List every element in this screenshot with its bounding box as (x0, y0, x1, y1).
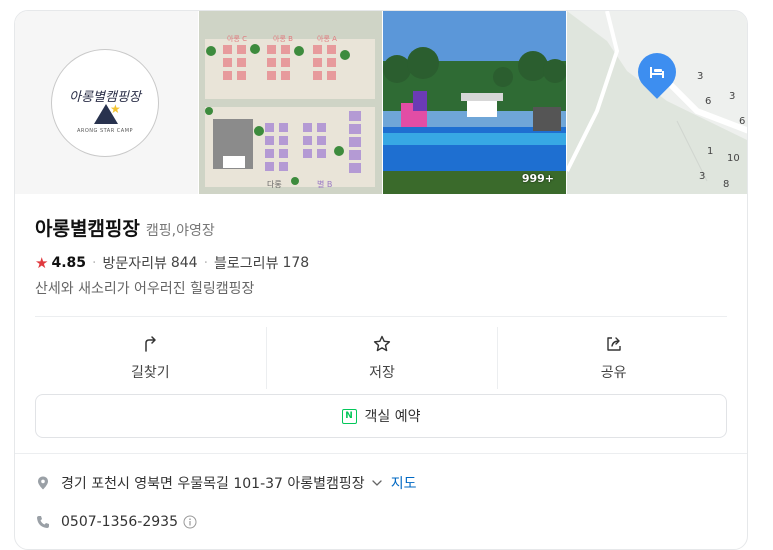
place-category: 캠핑,야영장 (145, 223, 215, 239)
directions-icon (145, 336, 157, 352)
title-row: 아롱별캠핑장 캠핑,야영장 (35, 214, 215, 241)
site-map-photo[interactable]: 아롱 C 아롱 B 아롱 A 다롱 별 B (199, 11, 382, 194)
rating-value: 4.85 (51, 255, 86, 271)
map-num-7: 3 (699, 171, 705, 182)
site-label-star-b: 별 B (317, 179, 332, 189)
room-reservation-button[interactable]: N 객실 예약 (35, 394, 727, 438)
blog-review-count[interactable]: 178 (282, 255, 309, 271)
map-num-3: 3 (729, 91, 735, 102)
map-num-6: 10 (727, 153, 740, 164)
action-bar: 길찾기 저장 공유 (35, 327, 729, 389)
location-map[interactable]: 3 6 3 6 1 10 3 8 (567, 11, 747, 194)
location-icon (38, 476, 48, 490)
map-num-5: 1 (707, 146, 713, 157)
bed-icon (650, 67, 664, 78)
stats-row: ★ 4.85 · 방문자리뷰 844 · 블로그리뷰 178 (35, 253, 315, 273)
chevron-down-icon[interactable] (371, 477, 383, 489)
logo-photo[interactable]: 아롱별캠핑장 ★ ARONG STAR CAMP (15, 11, 198, 194)
directions-label: 길찾기 (131, 365, 170, 381)
map-num-2: 6 (705, 96, 711, 107)
divider (35, 316, 727, 317)
site-label-darong: 다롱 (267, 180, 282, 189)
blog-review-label[interactable]: 블로그리뷰 (214, 253, 278, 273)
photo-strip: 아롱별캠핑장 ★ ARONG STAR CAMP 아롱 C 아롱 B 아롱 A … (15, 11, 747, 194)
separator-dot: · (203, 255, 209, 271)
naver-booking-icon: N (341, 408, 357, 424)
logo-text: 아롱별캠핑장 (69, 90, 141, 105)
place-description: 산세와 새소리가 어우러진 힐링캠핑장 (35, 281, 255, 297)
save-label: 저장 (369, 365, 395, 381)
share-icon (606, 337, 621, 351)
place-card: 아롱별캠핑장 ★ ARONG STAR CAMP 아롱 C 아롱 B 아롱 A … (14, 10, 748, 550)
map-num-4: 6 (739, 116, 745, 127)
site-map-illustration: 아롱 C 아롱 B 아롱 A 다롱 별 B (199, 11, 382, 194)
site-label-c: 아롱 C (227, 34, 247, 43)
visitor-review-count[interactable]: 844 (171, 255, 198, 271)
pool-illustration (383, 11, 566, 194)
share-label: 공유 (600, 365, 627, 381)
reservation-label: 객실 예약 (364, 409, 421, 425)
star-outline-icon (373, 335, 391, 352)
rating-star-icon: ★ (35, 254, 49, 272)
pool-photo[interactable]: 999+ (383, 11, 566, 194)
phone-number[interactable]: 0507-1356-2935 (61, 514, 178, 530)
section-divider (15, 453, 747, 454)
address-text: 경기 포천시 영북면 우물목길 101-37 아롱별캠핑장 (61, 476, 365, 492)
visitor-review-label[interactable]: 방문자리뷰 (102, 253, 166, 273)
photo-count-badge: 999+ (521, 172, 554, 185)
place-name[interactable]: 아롱별캠핑장 (35, 214, 140, 241)
save-button[interactable]: 저장 (265, 327, 498, 389)
camp-logo: 아롱별캠핑장 ★ ARONG STAR CAMP (51, 49, 159, 157)
map-illustration: 3 6 3 6 1 10 3 8 (567, 11, 747, 194)
phone-row: 0507-1356-2935 (35, 514, 197, 530)
star-icon: ★ (110, 102, 121, 116)
separator-dot: · (92, 255, 97, 271)
map-num-8: 8 (723, 179, 729, 190)
logo-subtext: ARONG STAR CAMP (76, 128, 134, 134)
map-num-1: 3 (697, 71, 703, 82)
info-icon[interactable] (183, 515, 197, 529)
site-label-b: 아롱 B (273, 34, 293, 43)
share-button[interactable]: 공유 (497, 327, 729, 389)
map-link[interactable]: 지도 (391, 473, 417, 493)
phone-icon (37, 516, 49, 528)
directions-button[interactable]: 길찾기 (35, 327, 266, 389)
address-row: 경기 포천시 영북면 우물목길 101-37 아롱별캠핑장 지도 (35, 473, 416, 493)
site-label-a: 아롱 A (317, 34, 337, 43)
